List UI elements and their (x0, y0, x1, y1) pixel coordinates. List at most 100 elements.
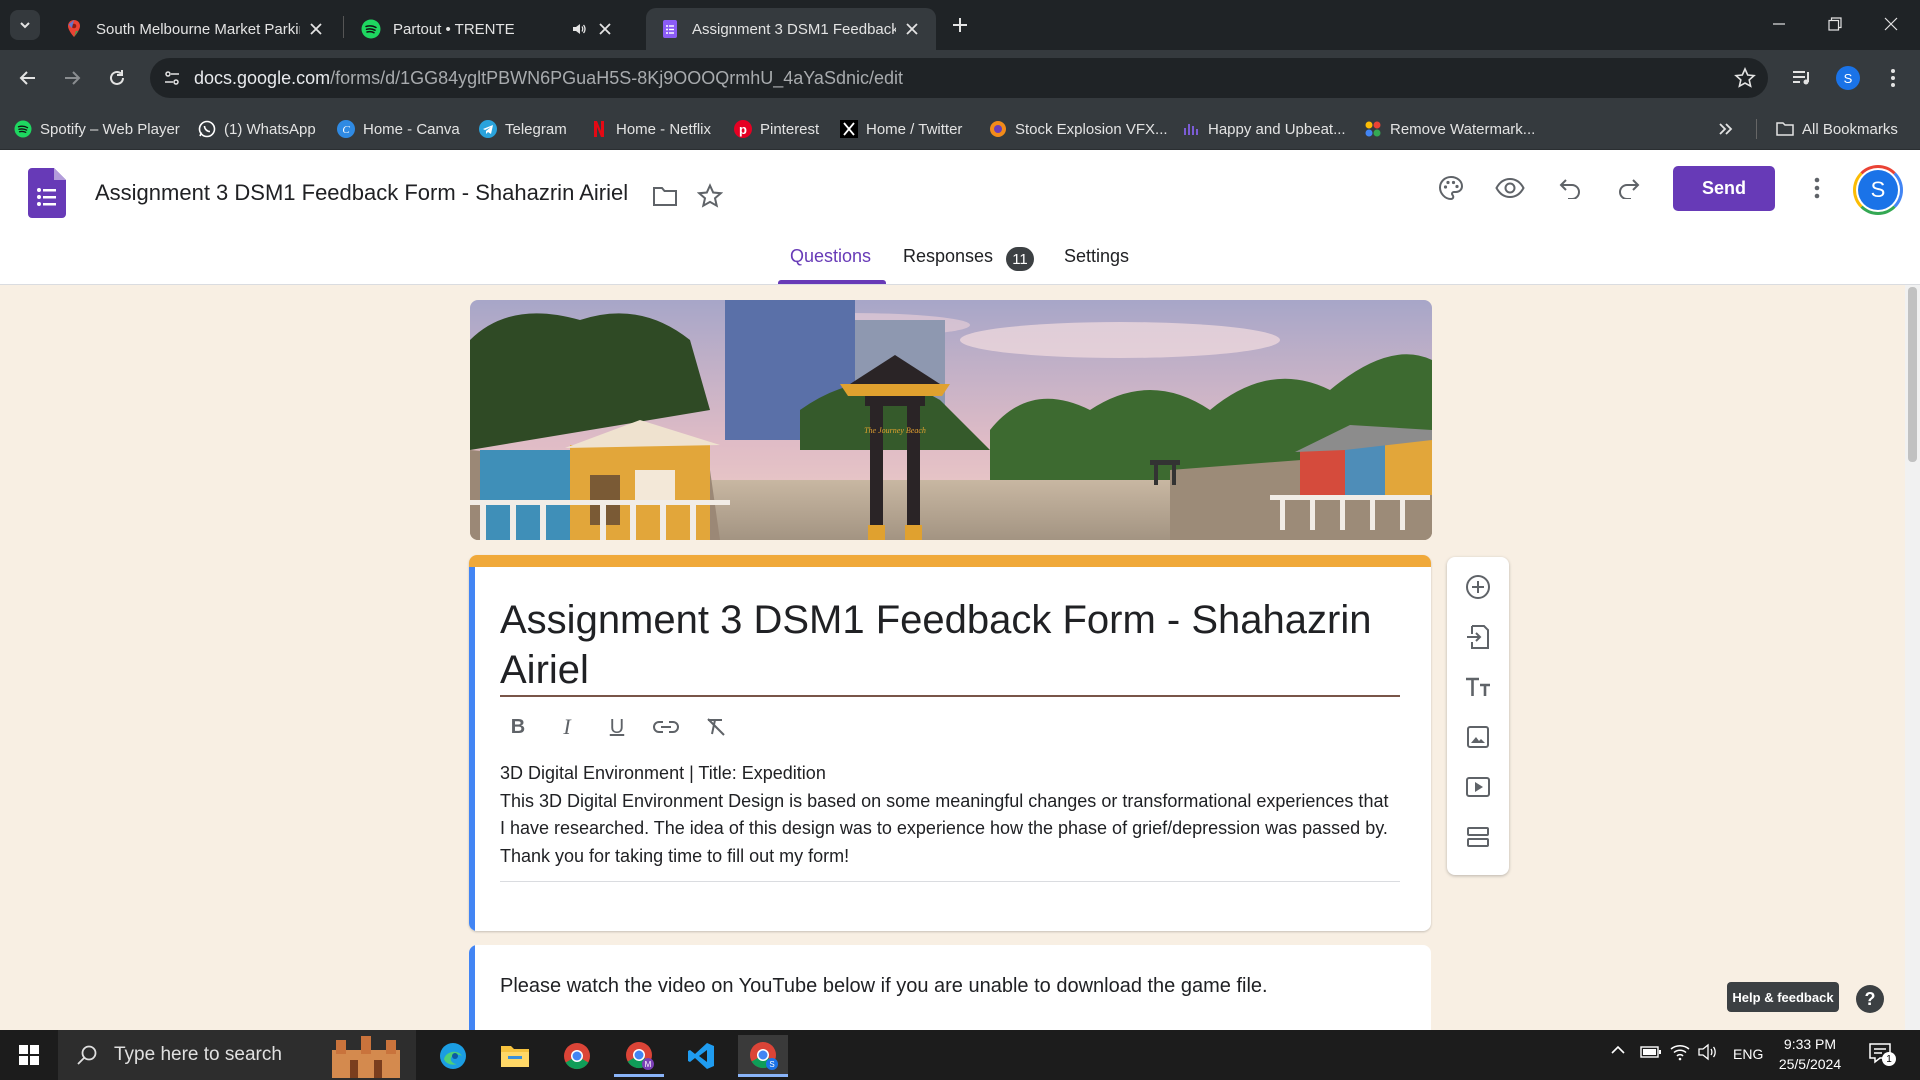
help-icon[interactable]: ? (1856, 985, 1884, 1013)
form-title-input[interactable]: Assignment 3 DSM1 Feedback Form - Shahaz… (500, 595, 1380, 695)
show-hidden-icons-button[interactable] (1610, 1044, 1626, 1056)
tab-title: Partout • TRENTE (393, 20, 515, 38)
bookmark-stock-explosion[interactable]: Stock Explosion VFX... (989, 117, 1168, 141)
wifi-icon[interactable] (1670, 1043, 1690, 1061)
bookmark-canva[interactable]: C Home - Canva (337, 117, 460, 141)
bookmark-label: Happy and Upbeat... (1208, 120, 1346, 138)
customize-theme-button[interactable] (1431, 168, 1471, 208)
title-text-icon (1466, 677, 1490, 696)
browser-tab-forms[interactable]: Assignment 3 DSM1 Feedback F (646, 8, 936, 50)
browser-menu-button[interactable] (1876, 61, 1910, 95)
add-video-button[interactable] (1458, 767, 1498, 807)
tab-settings[interactable]: Settings (1064, 246, 1129, 267)
link-icon (653, 721, 679, 733)
address-bar[interactable]: docs.google.com/forms/d/1GG84ygltPBWN6PG… (150, 58, 1768, 98)
volume-icon[interactable] (1698, 1043, 1718, 1061)
bookmarks-bar: Spotify – Web Player (1) WhatsApp C Home … (0, 106, 1920, 150)
language-indicator[interactable]: ENG (1733, 1046, 1763, 1062)
taskbar-search[interactable]: Type here to search (58, 1030, 416, 1080)
bookmark-happy-upbeat[interactable]: Happy and Upbeat... (1182, 117, 1346, 141)
move-to-folder-button[interactable] (645, 176, 685, 216)
reload-button[interactable] (100, 61, 134, 95)
redo-button[interactable] (1609, 168, 1649, 208)
taskbar-chrome[interactable] (552, 1035, 602, 1077)
more-options-button[interactable] (1797, 168, 1837, 208)
close-icon[interactable] (306, 19, 326, 39)
forms-logo-icon[interactable] (28, 168, 66, 218)
bold-button[interactable]: B (500, 709, 536, 745)
media-control-button[interactable] (1785, 61, 1819, 95)
bookmark-twitter[interactable]: Home / Twitter (840, 117, 962, 141)
forward-button[interactable] (55, 61, 89, 95)
minimize-button[interactable] (1751, 0, 1807, 48)
start-button[interactable] (4, 1034, 54, 1076)
link-button[interactable] (648, 709, 684, 745)
restore-icon (1828, 17, 1842, 31)
star-button[interactable] (690, 176, 730, 216)
browser-tab-spotify[interactable]: Partout • TRENTE (347, 8, 629, 50)
preview-button[interactable] (1490, 168, 1530, 208)
tab-responses[interactable]: Responses (903, 246, 993, 267)
arrow-left-icon (19, 71, 35, 85)
taskbar-edge[interactable] (428, 1035, 478, 1077)
folder-icon (1776, 122, 1794, 136)
add-section-button[interactable] (1458, 817, 1498, 857)
underline-button[interactable]: U (599, 709, 635, 745)
chevron-down-icon (20, 22, 30, 29)
notification-button[interactable]: 1 (1868, 1042, 1896, 1066)
document-title[interactable]: Assignment 3 DSM1 Feedback Form - Shahaz… (95, 180, 628, 206)
scrollbar-thumb[interactable] (1908, 287, 1917, 462)
add-image-button[interactable] (1458, 717, 1498, 757)
back-button[interactable] (11, 61, 45, 95)
taskbar-vscode[interactable] (676, 1035, 726, 1077)
music-icon (1184, 124, 1198, 135)
profile-button[interactable]: S (1831, 61, 1865, 95)
account-button[interactable]: S (1853, 165, 1903, 215)
tab-search-button[interactable] (10, 10, 40, 40)
more-bookmarks-button[interactable] (1718, 117, 1734, 141)
close-icon[interactable] (595, 19, 615, 39)
send-button[interactable]: Send (1673, 166, 1775, 211)
video-section-card[interactable]: Please watch the video on YouTube below … (469, 945, 1431, 1030)
battery-icon[interactable] (1640, 1045, 1662, 1059)
bookmark-telegram[interactable]: Telegram (479, 117, 567, 141)
svg-text:C: C (342, 124, 350, 136)
all-bookmarks-label: All Bookmarks (1802, 120, 1898, 138)
add-question-button[interactable] (1458, 567, 1498, 607)
clock-date: 25/5/2024 (1778, 1056, 1842, 1072)
bookmark-whatsapp[interactable]: (1) WhatsApp (198, 117, 316, 141)
bookmark-label: Pinterest (760, 120, 820, 138)
header-banner-image[interactable]: The Journey Beach (470, 300, 1432, 540)
clock[interactable]: 9:33 PM 25/5/2024 (1770, 1034, 1850, 1074)
plus-icon (953, 18, 967, 32)
close-icon[interactable] (902, 19, 922, 39)
underline-icon: U (609, 715, 625, 738)
restore-button[interactable] (1807, 0, 1863, 48)
bookmark-spotify[interactable]: Spotify – Web Player (14, 117, 180, 141)
add-title-button[interactable] (1458, 667, 1498, 707)
italic-button[interactable]: I (549, 709, 585, 745)
form-description[interactable]: 3D Digital Environment | Title: Expediti… (500, 760, 1390, 870)
taskbar-file-explorer[interactable] (490, 1035, 540, 1077)
taskbar-chrome-profile-m[interactable]: M (614, 1035, 664, 1077)
window-close-button[interactable] (1863, 0, 1919, 48)
speaker-icon[interactable] (569, 19, 589, 39)
taskbar-chrome-profile-s[interactable]: S (738, 1035, 788, 1077)
new-tab-button[interactable] (943, 8, 977, 42)
bookmark-remove-watermark[interactable]: Remove Watermark... (1364, 117, 1535, 141)
all-bookmarks-button[interactable]: All Bookmarks (1776, 117, 1898, 141)
help-feedback-button[interactable]: Help & feedback (1727, 982, 1839, 1012)
bookmark-star-icon[interactable] (1734, 67, 1756, 89)
redo-icon (1619, 179, 1640, 199)
undo-button[interactable] (1550, 168, 1590, 208)
tab-questions[interactable]: Questions (790, 246, 871, 267)
bookmark-label: Remove Watermark... (1390, 120, 1536, 138)
clock-time: 9:33 PM (1783, 1036, 1837, 1052)
bookmark-netflix[interactable]: Home - Netflix (590, 117, 711, 141)
site-info-icon[interactable] (162, 68, 182, 88)
section-indicator (469, 945, 475, 1030)
clear-formatting-button[interactable] (698, 709, 734, 745)
import-questions-button[interactable] (1458, 617, 1498, 657)
bookmark-pinterest[interactable]: p Pinterest (734, 117, 819, 141)
browser-tab-maps[interactable]: South Melbourne Market Parkin (50, 8, 340, 50)
